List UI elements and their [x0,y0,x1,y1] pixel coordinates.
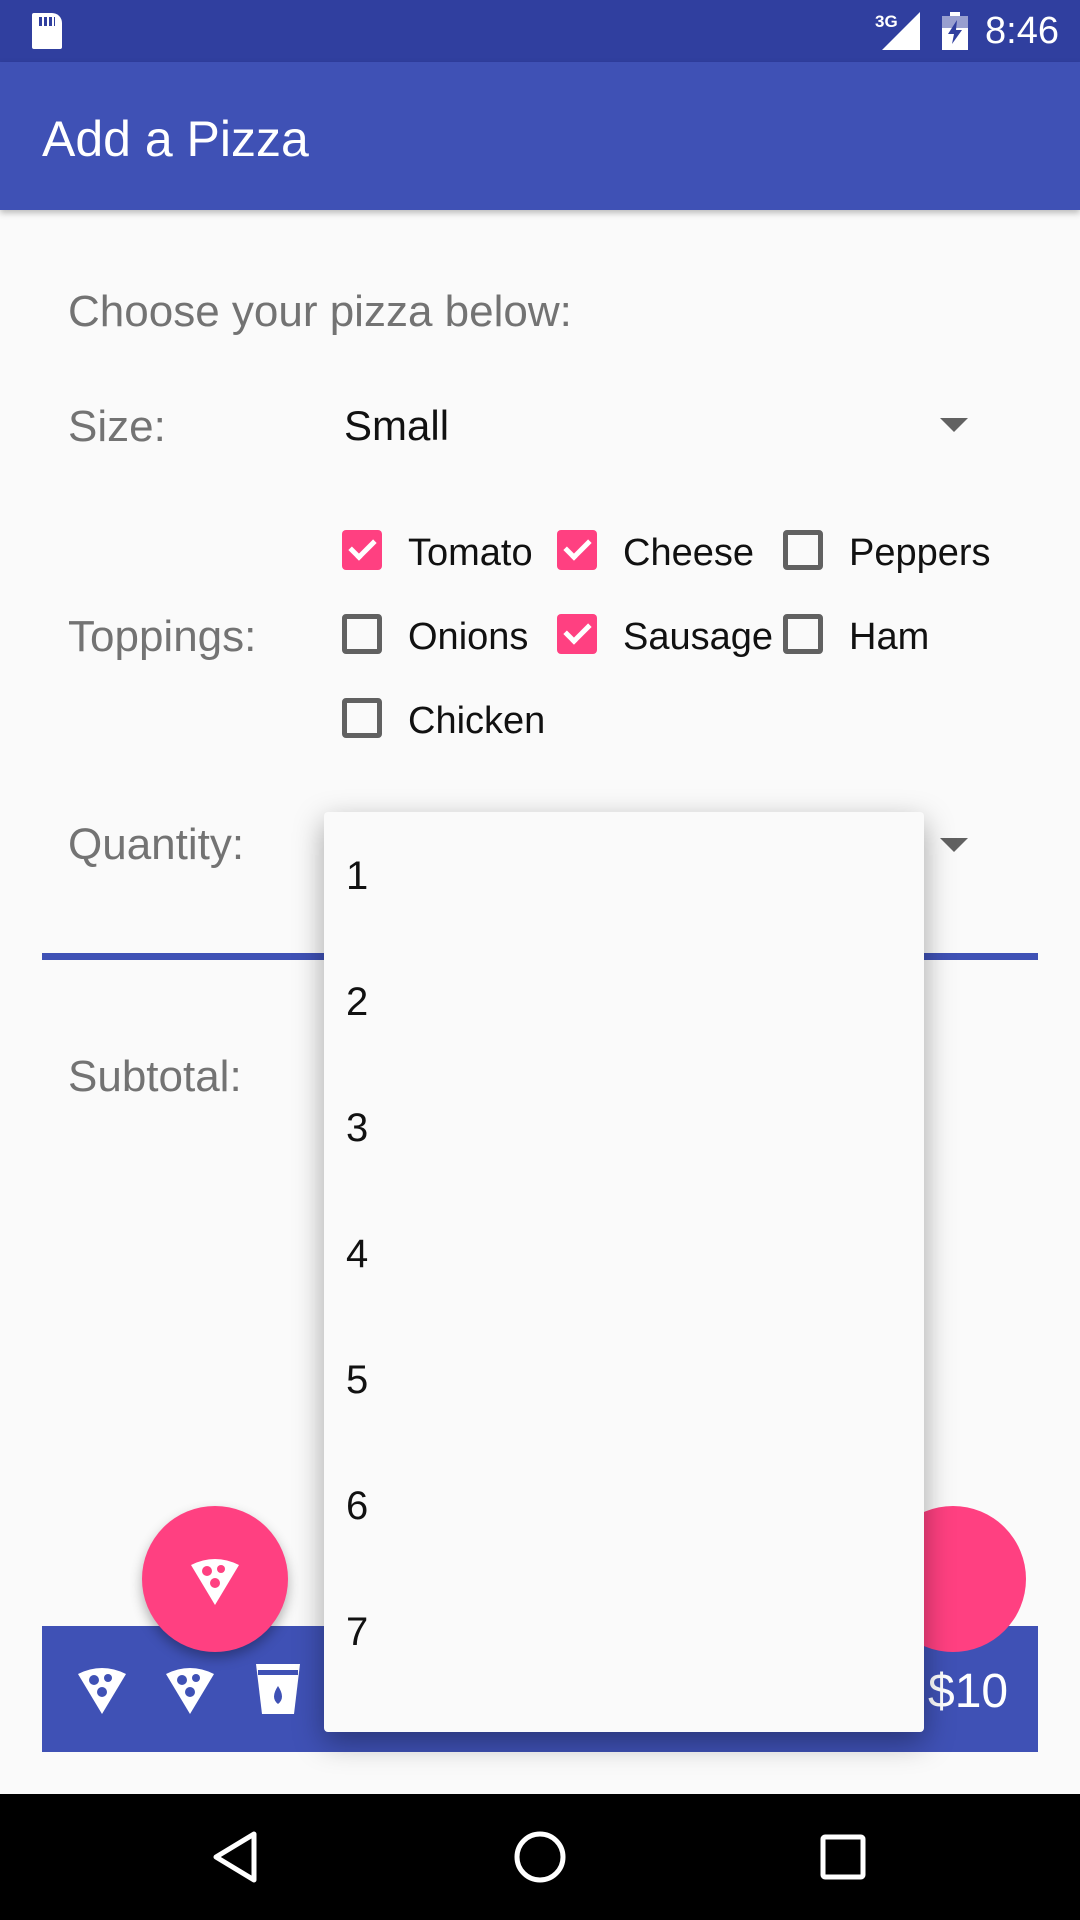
checkbox-label-cheese: Cheese [623,532,754,574]
clock: 8:46 [985,10,1059,52]
sd-card-icon [32,13,62,49]
signal-icon [882,12,920,50]
pizza-slice-icon [166,1668,214,1714]
quantity-label: Quantity: [68,820,245,869]
drink-cup-icon [256,1664,300,1714]
checkbox-tomato[interactable] [342,530,382,570]
checkbox-chicken[interactable] [342,698,382,738]
home-icon[interactable] [505,1822,575,1892]
subtotal-label: Subtotal: [68,1052,242,1101]
checkbox-peppers[interactable] [783,530,823,570]
dropdown-option[interactable]: 5 [346,1358,368,1403]
battery-charging-icon [942,12,968,50]
checkbox-ham[interactable] [783,614,823,654]
chevron-down-icon[interactable] [940,838,968,852]
chevron-down-icon[interactable] [940,418,968,432]
quantity-dropdown: 1 2 3 4 5 6 7 [324,812,924,1732]
dropdown-option[interactable]: 4 [346,1232,368,1277]
checkbox-onions[interactable] [342,614,382,654]
checkbox-label-ham: Ham [849,616,930,658]
size-spinner[interactable]: Small [344,402,449,450]
dropdown-option[interactable]: 1 [346,854,368,899]
size-label: Size: [68,402,166,451]
checkbox-cheese[interactable] [557,530,597,570]
dropdown-option[interactable]: 2 [346,980,368,1025]
dropdown-option[interactable]: 6 [346,1484,368,1529]
toppings-label: Toppings: [68,612,257,661]
order-total-price: $10 [928,1665,1009,1718]
status-bar: 3G 8:46 [0,0,1080,62]
add-pizza-fab[interactable] [142,1506,288,1652]
intro-text: Choose your pizza below: [68,287,572,336]
checkbox-label-sausage: Sausage [623,616,774,658]
checkbox-label-onions: Onions [408,616,529,658]
checkbox-label-peppers: Peppers [849,532,991,574]
pizza-slice-icon [191,1559,239,1605]
dropdown-option[interactable]: 3 [346,1106,368,1151]
system-nav-bar [0,1794,1080,1920]
page-title: Add a Pizza [42,111,309,167]
checkbox-sausage[interactable] [557,614,597,654]
recents-icon[interactable] [808,1822,878,1892]
dropdown-option[interactable]: 7 [346,1610,368,1655]
back-icon[interactable] [200,1822,270,1892]
app-bar: Add a Pizza [0,62,1080,210]
pizza-slice-icon [78,1668,126,1714]
checkbox-label-tomato: Tomato [408,532,533,574]
checkbox-label-chicken: Chicken [408,700,546,742]
